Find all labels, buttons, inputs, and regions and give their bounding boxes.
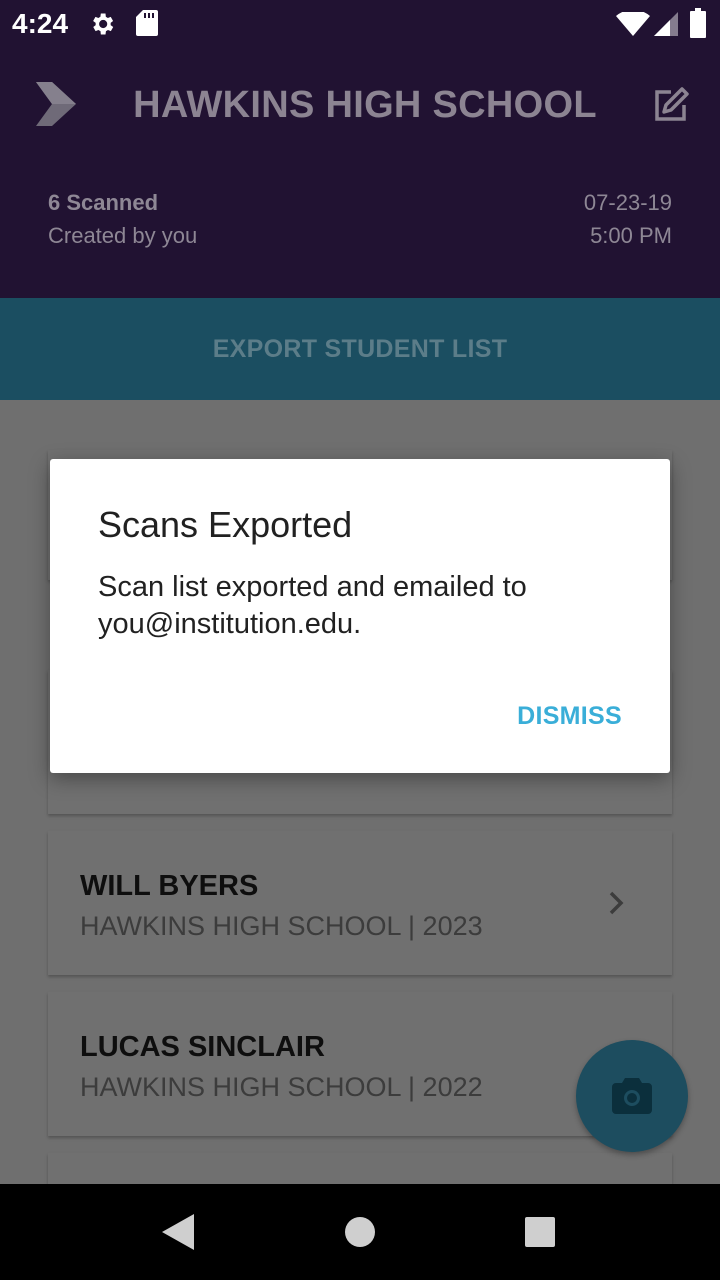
app-screen: 4:24 HAWKINS HIGH SCHOOL 6 Scanned Creat… [0, 0, 720, 1280]
sd-card-icon [136, 10, 158, 36]
dialog-message: Scan list exported and emailed to you@in… [98, 571, 527, 640]
edit-icon[interactable] [652, 86, 690, 124]
page-title: HAWKINS HIGH SCHOOL [133, 84, 597, 126]
camera-icon [612, 1078, 652, 1114]
settings-gear-icon [93, 13, 114, 35]
dialog-title: Scans Exported [98, 504, 353, 545]
status-time: 4:24 [12, 8, 69, 39]
home-icon[interactable] [344, 1216, 376, 1248]
scanned-count: 6 Scanned [48, 190, 159, 215]
list-item[interactable] [48, 1153, 672, 1184]
student-name: LUCAS SINCLAIR [80, 1031, 325, 1063]
scan-camera-button[interactable] [576, 1040, 688, 1152]
chevron-right-icon [609, 891, 624, 915]
list-item[interactable]: WILL BYERS HAWKINS HIGH SCHOOL | 2023 [48, 831, 672, 975]
student-school: HAWKINS HIGH SCHOOL | 2023 [80, 911, 483, 941]
dismiss-button[interactable]: DISMISS [517, 699, 622, 733]
cell-signal-icon [654, 12, 678, 36]
app-logo-icon[interactable] [36, 82, 76, 126]
export-label: EXPORT STUDENT LIST [212, 334, 508, 363]
student-school: HAWKINS HIGH SCHOOL | 2022 [80, 1072, 483, 1102]
school-header: HAWKINS HIGH SCHOOL 6 Scanned Created by… [0, 48, 720, 298]
export-student-list-button[interactable]: EXPORT STUDENT LIST [0, 298, 720, 400]
created-date: 07-23-19 [583, 190, 672, 215]
system-nav-bar [0, 1184, 720, 1280]
date-meta: 07-23-19 5:00 PM [584, 186, 672, 252]
created-time: 5:00 PM [590, 223, 672, 248]
recent-apps-icon[interactable] [524, 1216, 556, 1248]
back-icon[interactable] [162, 1214, 194, 1250]
created-by: Created by you [48, 223, 198, 248]
scan-meta: 6 Scanned Created by you [48, 186, 197, 252]
scans-exported-dialog: Scans Exported Scan list exported and em… [50, 459, 670, 773]
battery-icon [690, 8, 706, 38]
wifi-icon [616, 12, 650, 36]
status-bar: 4:24 [0, 0, 720, 48]
student-name: WILL BYERS [80, 870, 259, 902]
